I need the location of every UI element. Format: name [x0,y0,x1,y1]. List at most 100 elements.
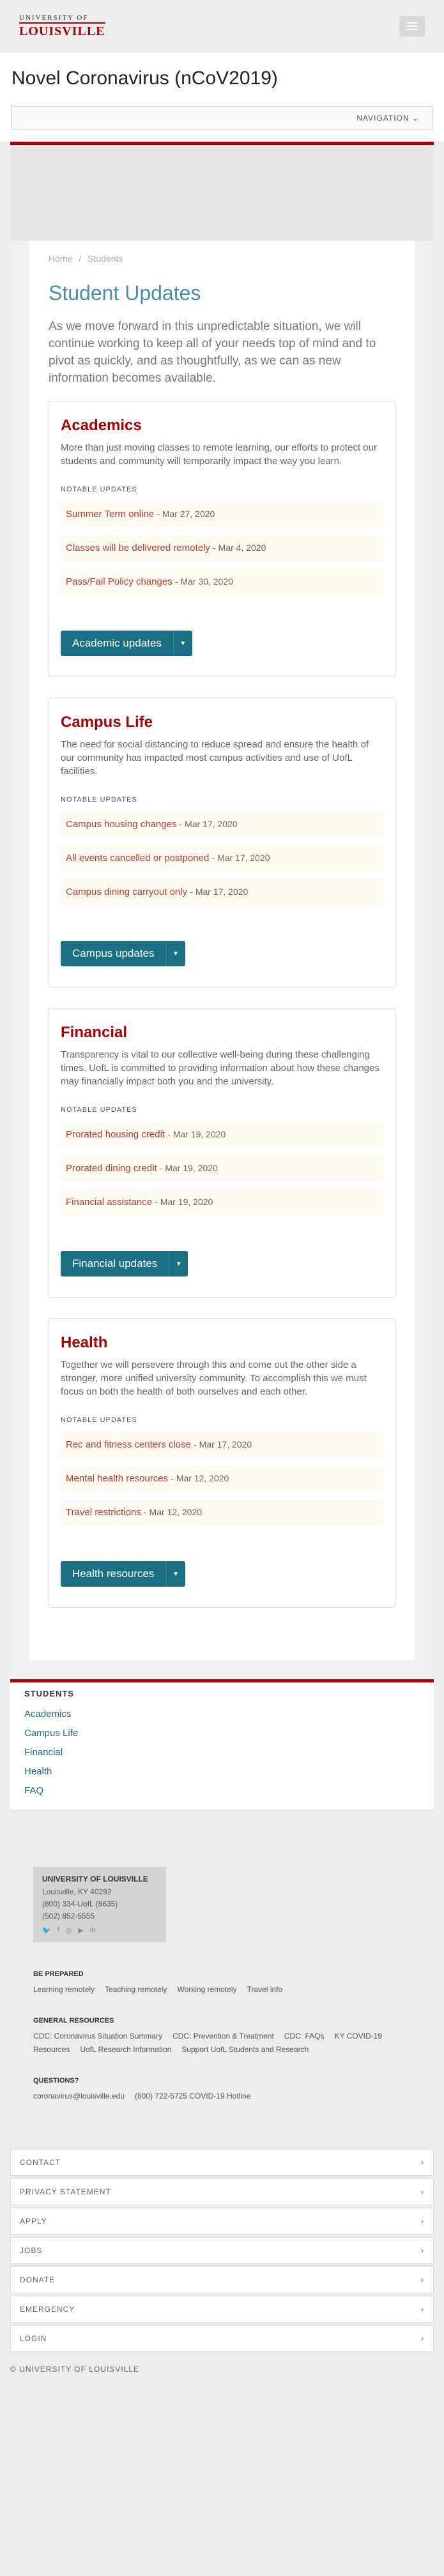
facebook-icon[interactable]: f [57,1926,59,1935]
sections-list: Academics More than just moving classes t… [49,401,395,1608]
update-date: - Mar 19, 2020 [155,1197,213,1207]
update-item[interactable]: Pass/Fail Policy changes - Mar 30, 2020 [61,569,383,595]
update-link[interactable]: Rec and fitness centers close [66,1439,191,1450]
main-wrapper: Home / Students Student Updates As we mo… [10,145,434,1679]
chevron-right-icon: › [421,2187,424,2196]
footer-link[interactable]: CDC: FAQs [284,2032,325,2041]
subnav-item-faq[interactable]: FAQ [24,1781,420,1801]
update-link[interactable]: Summer Term online [66,509,154,520]
section-description: Together we will persevere through this … [61,1359,367,1397]
site-header: Novel Coronavirus (nCoV2019) NAVIGATION … [0,52,444,142]
footer-accordion-donate[interactable]: DONATE › [10,2266,434,2293]
footer-accordion: CONTACT › PRIVACY STATEMENT › APPLY › JOBS › DON… [0,2149,444,2361]
update-item[interactable]: Summer Term online - Mar 27, 2020 [61,501,383,527]
footer-section-title: QUESTIONS? [33,2077,79,2085]
breadcrumb: Home / Students [49,253,395,264]
update-item[interactable]: Prorated housing credit - Mar 19, 2020 [61,1121,383,1148]
footer-link[interactable]: CDC: Prevention & Treatment [172,2032,274,2041]
update-item[interactable]: Campus housing changes - Mar 17, 2020 [61,811,383,837]
update-date: - Mar 4, 2020 [213,543,266,553]
update-item[interactable]: Classes will be delivered remotely - Mar… [61,535,383,561]
site-title: Novel Coronavirus (nCoV2019) [11,68,278,89]
hamburger-icon [407,22,417,24]
footer: UNIVERSITY OF LOUISVILLE Louisville, KY … [0,1809,444,2149]
section-card-academics: Academics More than just moving classes t… [49,401,395,677]
update-link[interactable]: Classes will be delivered remotely [66,543,210,553]
footer-links: CDC: Coronavirus Situation Summary CDC: P… [33,2030,411,2056]
button-label: Campus updates [72,947,155,959]
update-item[interactable]: Rec and fitness centers close - Mar 17, … [61,1432,383,1458]
subnav-title: STUDENTS [24,1689,75,1698]
footer-accordion-jobs[interactable]: JOBS › [10,2237,434,2264]
section-title: Financial [61,1024,128,1041]
logo-line2: LOUISVILLE [19,22,105,38]
update-link[interactable]: Campus dining carryout only [66,887,187,897]
update-link[interactable]: Prorated housing credit [66,1129,165,1140]
twitter-icon[interactable]: 🐦 [42,1926,51,1935]
update-item[interactable]: Campus dining carryout only - Mar 17, 20… [61,879,383,905]
caret-down-icon: ▼ [169,1251,188,1277]
page-intro: As we move forward in this unpredictable… [49,320,376,385]
footer-accordion-emergency[interactable]: EMERGENCY › [10,2296,434,2323]
youtube-icon[interactable]: ▶ [78,1926,83,1935]
update-link[interactable]: Travel restrictions [66,1507,141,1518]
breadcrumb-separator: / [79,253,82,264]
update-date: - Mar 12, 2020 [171,1473,229,1483]
section-description: The need for social distancing to reduce… [61,739,369,777]
update-link[interactable]: Pass/Fail Policy changes [66,576,172,587]
section-dropdown-button[interactable]: Campus updates ▼ [61,941,185,966]
update-item[interactable]: Travel restrictions - Mar 12, 2020 [61,1499,383,1525]
footer-links: coronavirus@louisville.edu (800) 722-5725… [33,2090,411,2103]
subnav-item-health[interactable]: Health [24,1762,420,1781]
navigation-toggle[interactable]: NAVIGATION ⌄ [11,106,433,130]
footer-links: Learning remotely Teaching remotely Workin… [33,1983,411,1996]
update-item[interactable]: Mental health resources - Mar 12, 2020 [61,1465,383,1492]
instagram-icon[interactable]: ◎ [66,1926,72,1935]
university-logo[interactable]: UNIVERSITY OF LOUISVILLE [19,13,105,38]
update-date: - Mar 17, 2020 [194,1439,252,1449]
chevron-right-icon: › [421,2246,424,2255]
footer-phone-local[interactable]: (502) 852-5555 [42,1910,157,1922]
footer-accordion-login[interactable]: LOGIN › [10,2325,434,2352]
section-dropdown-button[interactable]: Health resources ▼ [61,1561,185,1587]
linkedin-icon[interactable]: in [90,1926,96,1935]
section-card-campus-life: Campus Life The need for social distancin… [49,698,395,987]
footer-accordion-apply[interactable]: APPLY › [10,2208,434,2235]
chevron-right-icon: › [421,2275,424,2284]
section-dropdown-button[interactable]: Academic updates ▼ [61,631,192,656]
update-item[interactable]: Prorated dining credit - Mar 19, 2020 [61,1155,383,1181]
footer-link[interactable]: Support UofL Students and Research [181,2045,309,2054]
footer-link[interactable]: Travel info [247,1985,283,1994]
footer-section: BE PREPARED Learning remotely Teaching rem… [33,1970,411,1996]
footer-link[interactable]: Learning remotely [33,1985,95,1994]
update-link[interactable]: Financial assistance [66,1197,152,1208]
footer-accordion-privacy-statement[interactable]: PRIVACY STATEMENT › [10,2178,434,2205]
update-link[interactable]: Prorated dining credit [66,1163,157,1174]
footer-link[interactable]: coronavirus@louisville.edu [33,2092,125,2100]
footer-accordion-contact[interactable]: CONTACT › [10,2149,434,2176]
footer-link[interactable]: CDC: Coronavirus Situation Summary [33,2032,162,2041]
update-item[interactable]: Financial assistance - Mar 19, 2020 [61,1189,383,1215]
subnav-item-financial[interactable]: Financial [24,1743,420,1762]
section-dropdown-button[interactable]: Financial updates ▼ [61,1251,188,1277]
breadcrumb-students[interactable]: Students [88,253,123,264]
footer-link[interactable]: Working remotely [177,1985,236,1994]
update-link[interactable]: Mental health resources [66,1473,168,1484]
update-date: - Mar 19, 2020 [167,1129,226,1139]
hamburger-menu-button[interactable] [399,15,425,36]
footer-link[interactable]: UofL Research Information [80,2045,171,2054]
update-link[interactable]: All events cancelled or postponed [66,853,209,864]
footer-link[interactable]: (800) 722-5725 COVID-19 Hotline [135,2092,250,2100]
update-item[interactable]: All events cancelled or postponed - Mar … [61,845,383,871]
accordion-label: DONATE [20,2275,56,2284]
logo-line1: UNIVERSITY OF [19,13,89,22]
subnav-item-campus-life[interactable]: Campus Life [24,1724,420,1743]
subnav-item-academics[interactable]: Academics [24,1705,420,1724]
footer-phone[interactable]: (800) 334-UofL (8635) [42,1898,157,1910]
footer-link[interactable]: Teaching remotely [105,1985,167,1994]
update-link[interactable]: Campus housing changes [66,819,176,830]
footer-section: QUESTIONS? coronavirus@louisville.edu (800… [33,2077,411,2103]
caret-down-icon: ▼ [165,1561,185,1587]
breadcrumb-home[interactable]: Home [49,253,72,264]
section-description: Transparency is vital to our collective … [61,1049,379,1087]
